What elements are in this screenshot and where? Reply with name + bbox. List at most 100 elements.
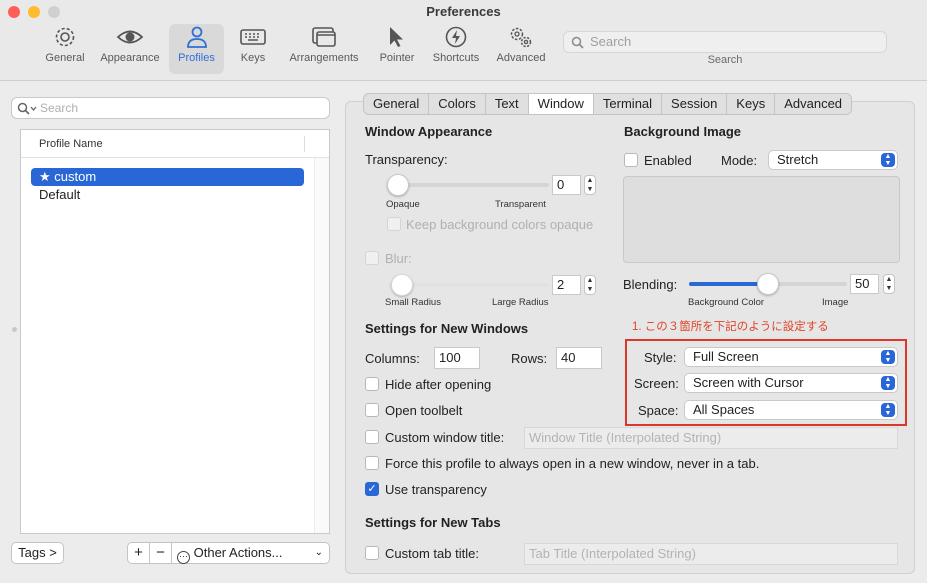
style-select[interactable]: Full Screen ▲ ▼ bbox=[684, 347, 898, 367]
window-title: Preferences bbox=[426, 4, 501, 19]
hide-after-opening-checkbox[interactable] bbox=[365, 377, 379, 391]
tab-terminal[interactable]: Terminal bbox=[594, 94, 663, 114]
gear-icon bbox=[55, 27, 75, 47]
use-transparency-label: Use transparency bbox=[385, 482, 487, 497]
rows-label: Rows: bbox=[511, 351, 548, 366]
annotation-note: 1. この３箇所を下記のように設定する bbox=[632, 321, 829, 333]
blending-stepper[interactable]: ▲ ▼ bbox=[883, 274, 895, 294]
transparency-value-field[interactable]: 0 bbox=[552, 175, 581, 195]
transparency-slider-track[interactable] bbox=[389, 183, 549, 187]
tab-text[interactable]: Text bbox=[486, 94, 529, 114]
splitter-handle[interactable] bbox=[12, 327, 17, 332]
preferences-search-input[interactable]: Search bbox=[563, 31, 887, 53]
keep-bg-opaque-checkbox[interactable] bbox=[387, 217, 401, 231]
transparency-stepper[interactable]: ▲ ▼ bbox=[584, 175, 596, 195]
new-tabs-heading: Settings for New Tabs bbox=[365, 515, 501, 530]
other-actions-menu[interactable]: ··· Other Actions... ⌄ bbox=[171, 542, 330, 564]
background-image-well[interactable] bbox=[623, 176, 900, 263]
search-caption: Search bbox=[707, 54, 743, 66]
tab-advanced[interactable]: Advanced bbox=[775, 94, 851, 114]
ellipsis-circle-icon: ··· bbox=[177, 551, 190, 564]
profile-search-input[interactable]: Search bbox=[11, 97, 330, 119]
toolbar-appearance[interactable]: Appearance bbox=[97, 24, 163, 70]
blur-slider-track[interactable] bbox=[389, 283, 549, 287]
new-windows-heading: Settings for New Windows bbox=[365, 321, 529, 336]
profile-name-column-header[interactable]: Profile Name bbox=[21, 130, 329, 158]
space-value: All Spaces bbox=[693, 402, 755, 417]
space-select[interactable]: All Spaces ▲ ▼ bbox=[684, 400, 898, 420]
profile-search-placeholder: Search bbox=[40, 101, 79, 115]
star-icon: ★ bbox=[39, 169, 51, 184]
rows-field[interactable]: 40 bbox=[556, 347, 602, 369]
toolbar-profiles[interactable]: Profiles bbox=[169, 24, 224, 74]
search-icon bbox=[571, 36, 584, 49]
tab-colors[interactable]: Colors bbox=[429, 94, 486, 114]
screen-label: Screen: bbox=[634, 376, 679, 391]
profile-row-custom[interactable]: ★ custom bbox=[31, 168, 304, 186]
custom-window-title-field[interactable]: Window Title (Interpolated String) bbox=[524, 427, 898, 449]
checkmark-icon: ✓ bbox=[367, 483, 377, 495]
toolbar-label: Arrangements bbox=[289, 52, 359, 64]
columns-field[interactable]: 100 bbox=[434, 347, 480, 369]
blur-value-field[interactable]: 2 bbox=[552, 275, 581, 295]
background-color-label: Background Color bbox=[688, 297, 765, 308]
tab-window[interactable]: Window bbox=[528, 94, 594, 114]
toolbar-keys[interactable]: Keys bbox=[231, 24, 275, 70]
tab-keys[interactable]: Keys bbox=[727, 94, 776, 114]
image-label: Image bbox=[822, 297, 849, 308]
column-header-label: Profile Name bbox=[39, 138, 103, 150]
add-profile-button[interactable]: + bbox=[127, 542, 150, 564]
profile-list-scrollbar[interactable] bbox=[314, 158, 329, 533]
pointer-icon bbox=[390, 27, 403, 47]
updown-chevron-icon: ▲ ▼ bbox=[881, 403, 895, 417]
use-transparency-checkbox[interactable]: ✓ bbox=[365, 482, 379, 496]
toolbar-label: Profiles bbox=[178, 52, 215, 64]
toolbar-pointer[interactable]: Pointer bbox=[374, 24, 420, 70]
force-new-window-label: Force this profile to always open in a n… bbox=[385, 456, 760, 471]
blur-stepper[interactable]: ▲ ▼ bbox=[584, 275, 596, 295]
bg-enabled-checkbox[interactable] bbox=[624, 153, 638, 167]
toolbar-general[interactable]: General bbox=[40, 24, 90, 70]
small-radius-label: Small Radius bbox=[385, 297, 441, 308]
profile-row-default[interactable]: Default bbox=[31, 186, 304, 204]
toolbar-label: General bbox=[45, 52, 85, 64]
transparency-slider-knob[interactable] bbox=[387, 174, 409, 196]
large-radius-label: Large Radius bbox=[492, 297, 549, 308]
toolbar-advanced[interactable]: Advanced bbox=[492, 24, 550, 70]
force-new-window-checkbox[interactable] bbox=[365, 456, 379, 470]
screen-select[interactable]: Screen with Cursor ▲ ▼ bbox=[684, 373, 898, 393]
toolbar-label: Shortcuts bbox=[432, 52, 480, 64]
tags-button[interactable]: Tags > bbox=[11, 542, 64, 564]
toolbar-label: Keys bbox=[240, 52, 266, 64]
bg-enabled-label: Enabled bbox=[644, 153, 692, 168]
custom-tab-title-checkbox[interactable] bbox=[365, 546, 379, 560]
hide-after-opening-label: Hide after opening bbox=[385, 377, 492, 392]
toolbar-shortcuts[interactable]: Shortcuts bbox=[428, 24, 484, 70]
tab-general[interactable]: General bbox=[364, 94, 430, 114]
toolbar-label: Advanced bbox=[496, 52, 546, 64]
window-appearance-heading: Window Appearance bbox=[365, 124, 493, 139]
lightning-icon bbox=[445, 26, 467, 48]
mode-select[interactable]: Stretch ▲ ▼ bbox=[768, 150, 898, 170]
custom-window-title-checkbox[interactable] bbox=[365, 430, 379, 444]
profile-name: Default bbox=[39, 187, 81, 202]
custom-tab-title-field[interactable]: Tab Title (Interpolated String) bbox=[524, 543, 898, 565]
background-image-heading: Background Image bbox=[624, 124, 742, 139]
remove-profile-button[interactable]: − bbox=[149, 542, 172, 564]
blur-checkbox[interactable] bbox=[365, 251, 379, 265]
transparent-label: Transparent bbox=[495, 199, 546, 210]
space-label: Space: bbox=[638, 403, 679, 418]
toolbar-arrangements[interactable]: Arrangements bbox=[283, 24, 365, 70]
tab-session[interactable]: Session bbox=[662, 94, 728, 114]
keep-bg-opaque-label: Keep background colors opaque bbox=[406, 217, 594, 232]
updown-chevron-icon: ▲ ▼ bbox=[881, 376, 895, 390]
mode-value: Stretch bbox=[777, 152, 819, 167]
blur-slider-knob[interactable] bbox=[391, 274, 413, 296]
blending-value-field[interactable]: 50 bbox=[850, 274, 879, 294]
windows-icon bbox=[312, 27, 336, 47]
open-toolbelt-checkbox[interactable] bbox=[365, 403, 379, 417]
style-label: Style: bbox=[644, 350, 677, 365]
profile-list[interactable]: Profile Name ★ custom Default bbox=[20, 129, 330, 534]
blending-slider-knob[interactable] bbox=[757, 273, 779, 295]
keyboard-icon bbox=[240, 29, 266, 45]
